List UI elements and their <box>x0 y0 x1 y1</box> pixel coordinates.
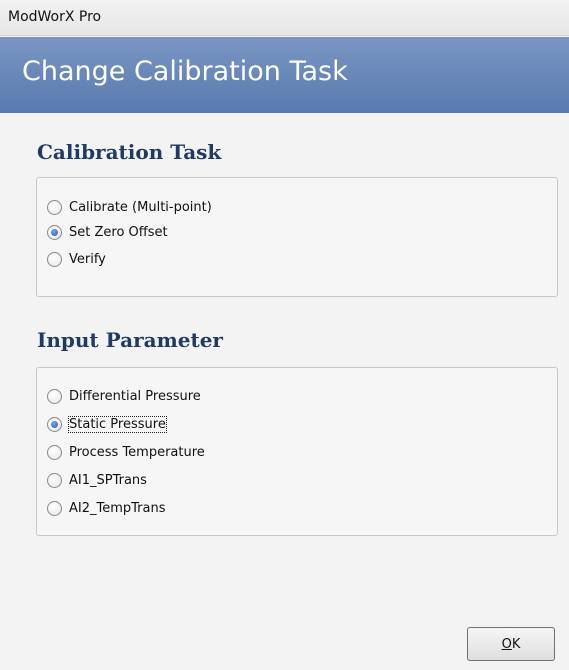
radio-option-ai1-sptrans[interactable]: AI1_SPTrans <box>47 470 147 490</box>
radio-label-calibrate-multipoint: Calibrate (Multi-point) <box>69 199 212 215</box>
radio-option-differential-pressure[interactable]: Differential Pressure <box>47 386 201 406</box>
calibration-task-group: Calibrate (Multi-point) Set Zero Offset … <box>36 177 558 297</box>
radio-option-ai2-temptrans[interactable]: AI2_TempTrans <box>47 498 166 518</box>
radio-button-static-pressure[interactable] <box>47 416 62 432</box>
radio-label-differential-pressure: Differential Pressure <box>69 388 201 404</box>
radio-option-set-zero-offset[interactable]: Set Zero Offset <box>47 222 168 242</box>
radio-label-static-pressure: Static Pressure <box>68 415 167 433</box>
input-parameter-group: Differential Pressure Static Pressure Pr… <box>36 367 558 536</box>
radio-label-ai1-sptrans: AI1_SPTrans <box>69 472 147 488</box>
radio-label-ai2-temptrans: AI2_TempTrans <box>69 500 166 516</box>
ok-button-label-rest: K <box>511 636 521 652</box>
radio-button-verify[interactable] <box>47 251 62 267</box>
radio-label-set-zero-offset: Set Zero Offset <box>69 224 168 240</box>
radio-option-static-pressure[interactable]: Static Pressure <box>47 414 167 434</box>
window-titlebar: ModWorX Pro <box>0 0 569 36</box>
radio-option-calibrate-multipoint[interactable]: Calibrate (Multi-point) <box>47 197 212 217</box>
radio-label-process-temperature: Process Temperature <box>69 444 205 460</box>
radio-button-process-temperature[interactable] <box>47 444 62 460</box>
calibration-task-heading: Calibration Task <box>37 140 222 164</box>
radio-option-process-temperature[interactable]: Process Temperature <box>47 442 205 462</box>
radio-label-verify: Verify <box>69 251 106 267</box>
radio-button-set-zero-offset[interactable] <box>47 224 62 240</box>
radio-option-verify[interactable]: Verify <box>47 249 106 269</box>
dialog-heading: Change Calibration Task <box>22 56 348 87</box>
radio-button-calibrate-multipoint[interactable] <box>47 199 62 215</box>
radio-button-ai2-temptrans[interactable] <box>47 500 62 516</box>
ok-button[interactable]: OK <box>467 627 555 661</box>
window-title: ModWorX Pro <box>8 9 102 25</box>
radio-button-differential-pressure[interactable] <box>47 388 62 404</box>
input-parameter-heading: Input Parameter <box>37 328 223 352</box>
radio-button-ai1-sptrans[interactable] <box>47 472 62 488</box>
dialog-banner: Change Calibration Task <box>0 37 569 113</box>
ok-button-mnemonic: O <box>501 636 512 652</box>
